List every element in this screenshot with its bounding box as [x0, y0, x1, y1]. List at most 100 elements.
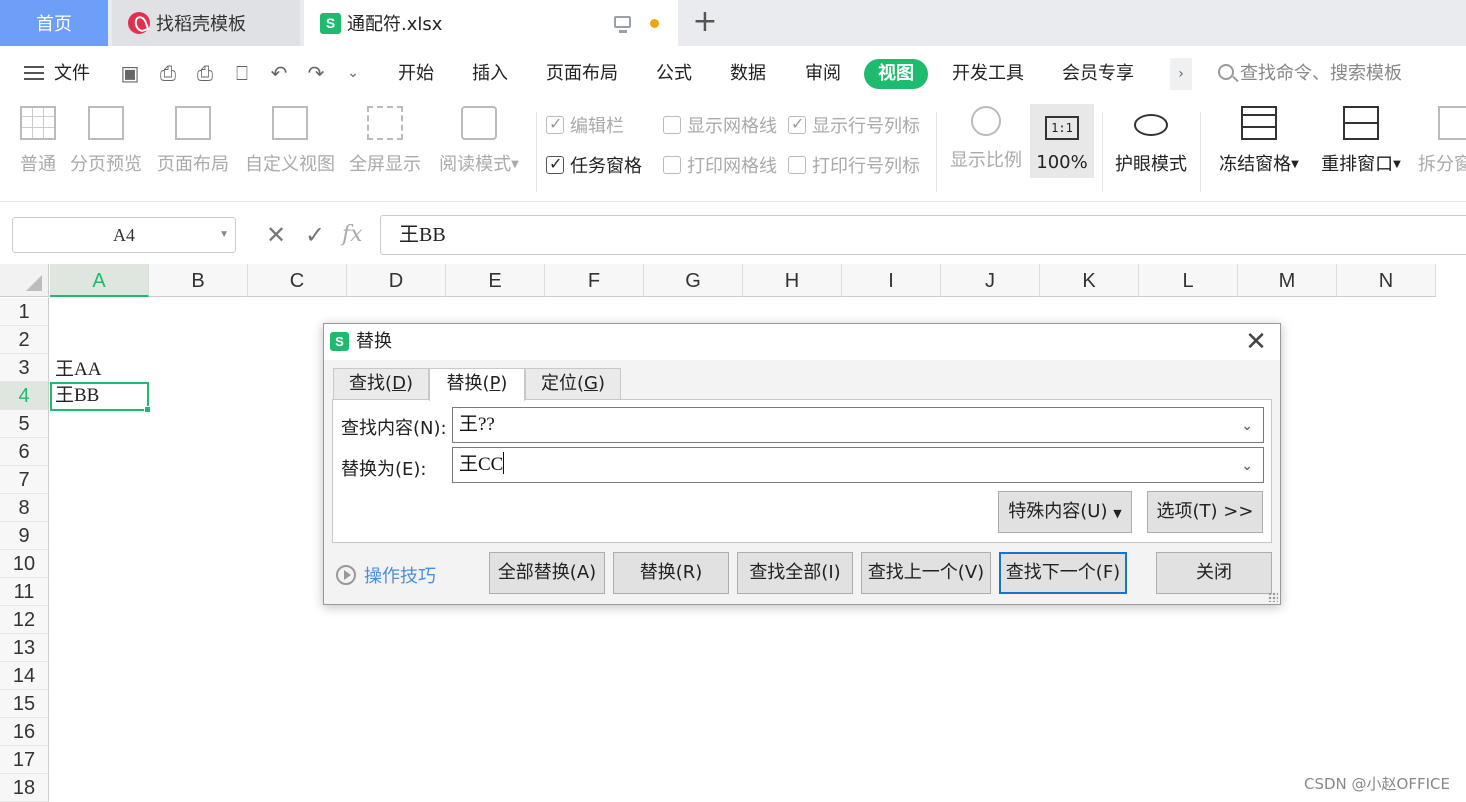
row-header-8[interactable]: 8 [0, 494, 49, 522]
column-header-c[interactable]: C [248, 264, 347, 297]
row-header-12[interactable]: 12 [0, 606, 49, 634]
column-header-f[interactable]: F [545, 264, 644, 297]
menu-review[interactable]: 审阅 [805, 46, 841, 102]
task-pane-checkbox[interactable]: 任务窗格 [546, 152, 642, 178]
column-header-j[interactable]: J [941, 264, 1040, 297]
column-header-i[interactable]: I [842, 264, 941, 297]
replace-button[interactable]: 替换(R) [613, 552, 729, 594]
page-break-preview-button[interactable]: 分页预览 [70, 106, 142, 176]
row-header-4[interactable]: 4 [0, 382, 49, 410]
custom-view-button[interactable]: 自定义视图 [245, 106, 335, 176]
menu-start[interactable]: 开始 [398, 46, 434, 102]
resize-grip-icon[interactable] [1268, 592, 1278, 602]
row-header-7[interactable]: 7 [0, 466, 49, 494]
arrange-windows-button[interactable]: 重排窗口▼ [1318, 106, 1404, 176]
full-screen-button[interactable]: 全屏显示 [349, 106, 421, 176]
column-header-b[interactable]: B [149, 264, 248, 297]
command-search[interactable]: 查找命令、搜索模板 [1218, 46, 1402, 102]
show-gridlines-checkbox[interactable]: 显示网格线 [663, 112, 777, 138]
menu-member[interactable]: 会员专享 [1062, 46, 1134, 102]
hamburger-menu-icon[interactable] [24, 66, 44, 80]
chevron-down-icon[interactable]: ⌄ [1241, 409, 1253, 443]
column-header-e[interactable]: E [446, 264, 545, 297]
column-header-a[interactable]: A [50, 264, 149, 297]
row-header-3[interactable]: 3 [0, 354, 49, 382]
row-header-13[interactable]: 13 [0, 634, 49, 662]
menu-view[interactable]: 视图 [864, 59, 928, 89]
row-header-10[interactable]: 10 [0, 550, 49, 578]
menu-developer[interactable]: 开发工具 [952, 46, 1024, 102]
new-tab-button[interactable]: + [690, 6, 720, 40]
tab-replace[interactable]: 替换(P) [429, 368, 525, 401]
row-header-17[interactable]: 17 [0, 746, 49, 774]
show-headers-checkbox[interactable]: 显示行号列标 [788, 112, 920, 138]
row-header-5[interactable]: 5 [0, 410, 49, 438]
undo-icon[interactable]: ↶ [266, 60, 292, 86]
more-menu-chevron-icon[interactable]: › [1170, 58, 1192, 90]
zoom-100-button[interactable]: 1:1 100% [1030, 104, 1094, 178]
tab-goto[interactable]: 定位(G) [525, 368, 621, 400]
menu-data[interactable]: 数据 [730, 46, 766, 102]
menu-insert[interactable]: 插入 [472, 46, 508, 102]
tab-find[interactable]: 查找(D) [333, 368, 429, 400]
column-header-l[interactable]: L [1139, 264, 1238, 297]
print-preview-icon[interactable]: ⎕ [229, 60, 255, 86]
split-window-button[interactable]: 拆分窗 [1418, 106, 1466, 176]
reading-mode-button[interactable]: 阅读模式▼ [436, 106, 522, 176]
find-all-button[interactable]: 查找全部(I) [737, 552, 853, 594]
chevron-down-icon[interactable]: ⌄ [1241, 449, 1253, 483]
zoom-button[interactable]: 显示比例 [950, 106, 1022, 172]
replace-all-button[interactable]: 全部替换(A) [489, 552, 605, 594]
row-header-6[interactable]: 6 [0, 438, 49, 466]
monitor-icon[interactable] [614, 16, 631, 33]
confirm-icon[interactable]: ✓ [305, 219, 325, 251]
row-header-15[interactable]: 15 [0, 690, 49, 718]
find-next-button[interactable]: 查找下一个(F) [999, 552, 1127, 594]
cell-a3[interactable]: 王AA [50, 356, 149, 384]
print-gridlines-checkbox[interactable]: 打印网格线 [663, 152, 777, 178]
redo-icon[interactable]: ↷ [303, 60, 329, 86]
cell-a4[interactable]: 王BB [50, 382, 151, 413]
column-header-k[interactable]: K [1040, 264, 1139, 297]
row-header-9[interactable]: 9 [0, 522, 49, 550]
tips-link[interactable]: 操作技巧 [336, 562, 436, 588]
freeze-panes-button[interactable]: 冻结窗格▼ [1216, 106, 1302, 176]
name-box-dropdown-icon[interactable]: ▼ [219, 218, 229, 252]
quick-access-dropdown-icon[interactable]: ⌄ [340, 60, 366, 86]
close-button[interactable]: 关闭 [1156, 552, 1272, 594]
edit-bar-checkbox[interactable]: 编辑栏 [546, 112, 624, 138]
insert-function-icon[interactable]: fx [342, 219, 363, 251]
column-header-n[interactable]: N [1337, 264, 1436, 297]
export-pdf-icon[interactable]: ⎙ [155, 60, 181, 86]
formula-input[interactable]: 王BB [380, 215, 1466, 255]
special-content-button[interactable]: 特殊内容(U) ▼ [998, 491, 1132, 533]
row-header-2[interactable]: 2 [0, 326, 49, 354]
save-icon[interactable]: ▣ [117, 60, 143, 86]
print-headers-checkbox[interactable]: 打印行号列标 [788, 152, 920, 178]
row-header-11[interactable]: 11 [0, 578, 49, 606]
row-header-18[interactable]: 18 [0, 774, 49, 802]
cancel-icon[interactable]: ✕ [266, 219, 286, 251]
page-layout-view-button[interactable]: 页面布局 [157, 106, 229, 176]
column-header-g[interactable]: G [644, 264, 743, 297]
tab-docer-templates[interactable]: 找稻壳模板 [112, 0, 300, 46]
print-icon[interactable]: ⎙ [192, 60, 218, 86]
row-header-1[interactable]: 1 [0, 298, 49, 326]
options-button[interactable]: 选项(T) >> [1147, 491, 1263, 533]
tab-home[interactable]: 首页 [0, 0, 108, 46]
menu-file[interactable]: 文件 [54, 46, 90, 102]
normal-view-button[interactable]: 普通 [18, 106, 58, 176]
tab-active-file[interactable]: S 通配符.xlsx [304, 0, 678, 46]
column-header-m[interactable]: M [1238, 264, 1337, 297]
column-header-d[interactable]: D [347, 264, 446, 297]
row-header-14[interactable]: 14 [0, 662, 49, 690]
menu-page-layout[interactable]: 页面布局 [546, 46, 618, 102]
find-previous-button[interactable]: 查找上一个(V) [861, 552, 991, 594]
select-all-corner[interactable] [0, 264, 49, 297]
row-header-16[interactable]: 16 [0, 718, 49, 746]
menu-formula[interactable]: 公式 [656, 46, 692, 102]
find-what-input[interactable]: 王?? ⌄ [452, 407, 1264, 443]
column-header-h[interactable]: H [743, 264, 842, 297]
close-icon[interactable]: ✕ [1240, 326, 1272, 358]
name-box[interactable]: A4 ▼ [12, 217, 236, 253]
